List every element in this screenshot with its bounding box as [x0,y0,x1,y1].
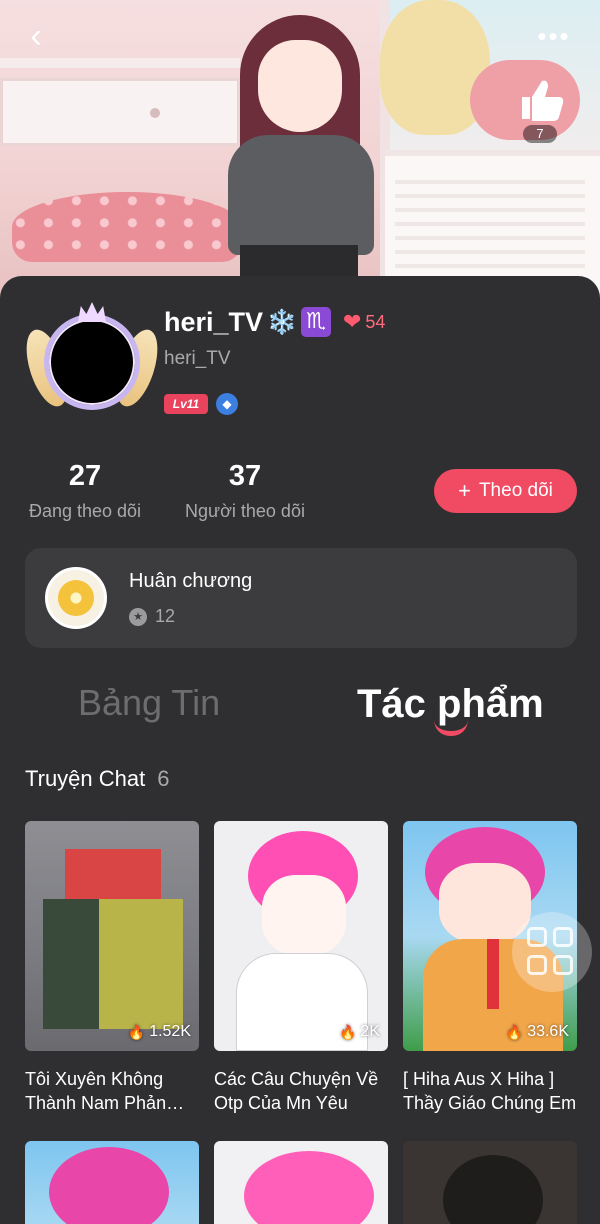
cover-figure-body [43,899,183,1029]
avatar[interactable] [18,300,166,424]
like-count: 7 [523,125,557,143]
plus-icon: + [458,478,471,503]
more-options-button[interactable]: ••• [530,18,578,54]
snowflake-emoji-icon: ❄️ [267,308,297,336]
cover-character-tie [487,939,499,1009]
followers-label: Người theo dõi [185,501,305,521]
section-title: Truyện Chat [25,766,146,791]
profile-cover-image [0,0,600,300]
cover-drawer [0,78,240,146]
cover-stool [12,192,242,262]
medals-count-row: ★ 12 [129,606,175,627]
story-views: 🔥 1.52K [128,1023,191,1041]
cover-character-face [258,40,342,132]
hearts-count: 54 [365,311,386,332]
avatar-frame-crown-icon [78,302,106,322]
cover-shelf [0,58,240,68]
level-badge[interactable]: Lv11 [164,394,208,414]
thumbs-up-icon [522,80,564,121]
cover-cabinet-slats [395,180,585,290]
following-stat[interactable]: 27 Đang theo dõi [24,460,146,522]
tab-feed[interactable]: Bảng Tin [78,682,220,724]
story-views: 🔥 2K [339,1023,380,1041]
story-views-count: 2K [360,1023,380,1040]
section-header: Truyện Chat 6 [25,766,170,792]
username-row: heri_TV ❄️ ♏ ❤ 54 [164,304,385,340]
back-button[interactable]: ‹ [18,18,54,54]
badges-row: Lv11 ◆ [164,393,238,415]
story-title: Tôi Xuyên Không Thành Nam Phản Diện [25,1069,167,1113]
verified-badge-icon[interactable]: ◆ [216,393,238,415]
more-dots-icon: ••• [537,21,571,51]
following-label: Đang theo dõi [28,501,142,521]
apps-grid-icon [527,955,547,975]
story-cover: 🔥 2K [214,821,388,1051]
follow-button[interactable]: + Theo dõi [434,469,577,513]
apps-grid-button[interactable] [512,912,592,992]
story-title: [ Hiha Aus X Hiha ] Thầy Giáo Chúng Em [403,1069,577,1113]
story-card[interactable]: 🔥 1.52K Tôi Xuyên Không Thành Nam Phản D… [25,821,199,1115]
apps-grid-icon [553,955,573,975]
medals-card[interactable]: Huân chương ★ 12 [25,548,577,648]
medal-icon [45,567,107,629]
hearts-icon: ❤ [342,309,362,335]
like-button[interactable]: 7 [512,74,568,146]
apps-grid-icon [553,927,573,947]
followers-count: 37 [228,460,262,492]
story-card-partial[interactable] [214,1141,388,1224]
cover-figure-head [65,849,161,905]
chevron-left-icon: ‹ [30,17,42,55]
cover-character-face [262,875,346,955]
user-handle: heri_TV [164,348,231,369]
story-views: 🔥 33.6K [506,1023,569,1041]
medals-title: Huân chương [129,570,253,592]
avatar-image [44,314,140,410]
display-name: heri_TV [164,306,264,337]
story-views-count: 1.52K [149,1023,191,1040]
story-card[interactable]: 🔥 2K Các Câu Chuyện Về Otp Của Mn Yêu [214,821,388,1115]
scorpio-emoji-icon: ♏ [300,307,331,337]
story-card-partial[interactable] [25,1141,199,1224]
star-icon: ★ [129,607,147,626]
fire-icon: 🔥 [127,1023,146,1040]
story-views-count: 33.6K [527,1023,569,1040]
section-count: 6 [157,766,170,791]
cover-drawer-knob [150,108,160,118]
apps-grid-icon [527,927,547,947]
fire-icon: 🔥 [505,1023,524,1040]
followers-stat[interactable]: 37 Người theo dõi [180,460,310,522]
story-card-partial[interactable] [403,1141,577,1224]
cover-character-shirt [228,135,374,255]
medals-count: 12 [155,606,176,626]
following-count: 27 [68,460,102,492]
story-title: Các Câu Chuyện Về Otp Của Mn Yêu [214,1069,379,1113]
fire-icon: 🔥 [338,1023,357,1040]
story-cover: 🔥 1.52K [25,821,199,1051]
follow-button-label: Theo dõi [478,480,553,501]
